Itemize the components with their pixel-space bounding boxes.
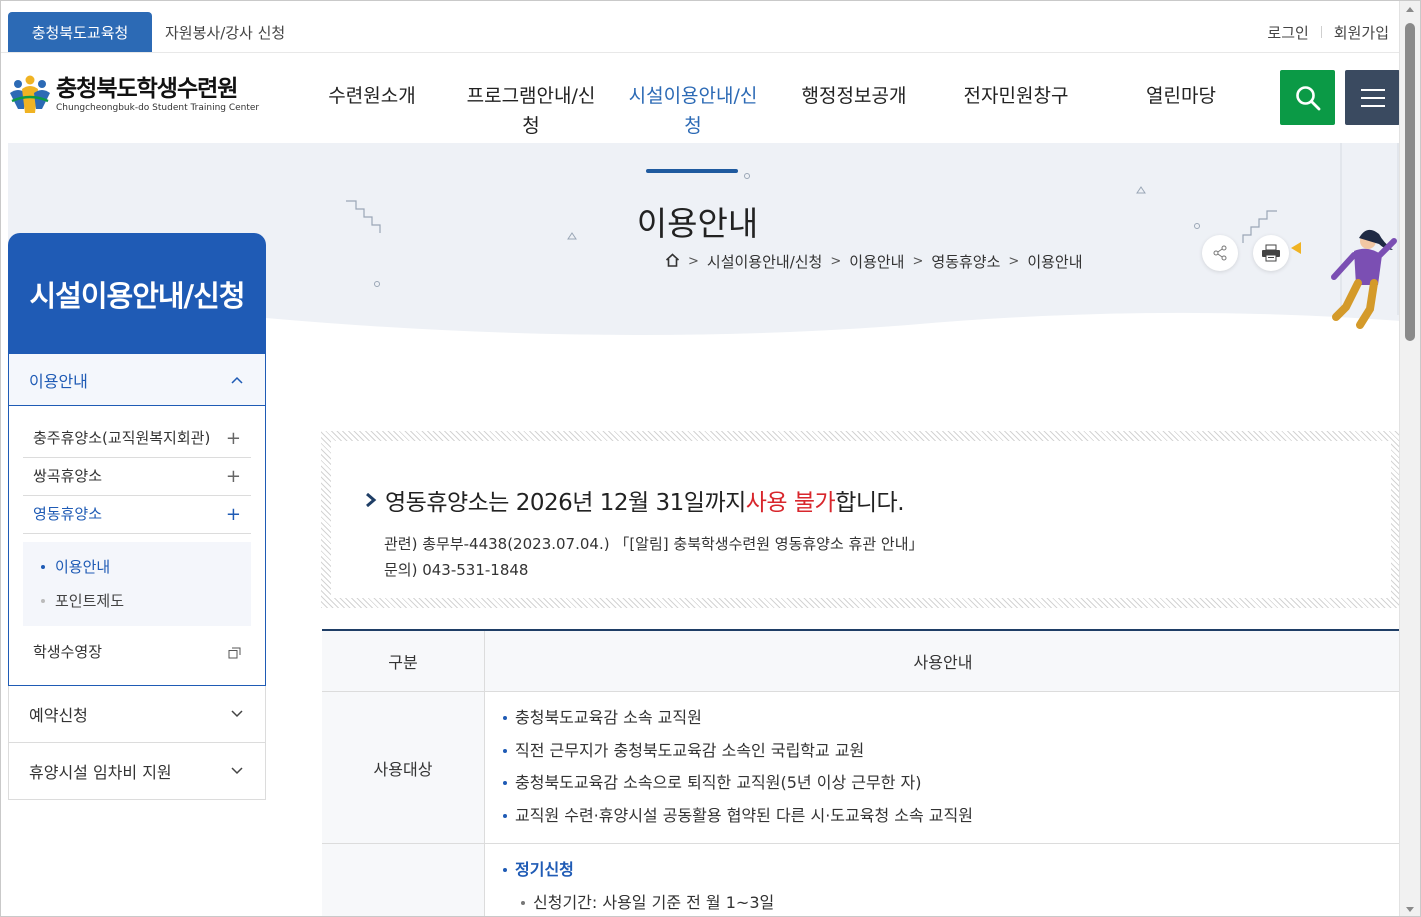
table-cell-category: 사용대상 [322, 692, 485, 843]
notice-headline: 영동휴양소는 2026년 12월 31일까지 사용 불가 합니다. [365, 483, 1391, 517]
breadcrumb: > 시설이용안내/신청 > 이용안내 > 영동휴양소 > 이용안내 [665, 251, 1083, 272]
logo-mark-icon [8, 73, 52, 117]
scroll-up-icon[interactable] [1406, 7, 1414, 12]
list-item: 직전 근무지가 충청북도교육감 소속인 국립학교 교원 [503, 735, 1401, 768]
side-nav-item-ssanggok[interactable]: 쌍곡휴양소 + [23, 458, 251, 496]
side-navigation: 시설이용안내/신청 이용안내 충주휴양소(교직원복지회관) + 쌍곡휴양소 + … [8, 233, 266, 800]
external-link-icon [228, 647, 241, 658]
breadcrumb-separator: > [1008, 254, 1020, 269]
home-icon[interactable] [665, 252, 680, 271]
breadcrumb-separator: > [688, 254, 699, 269]
list-item: 정기신청 [503, 854, 1401, 887]
gnb-item-civil-service[interactable]: 전자민원창구 [961, 81, 1071, 111]
logo-name-ko: 충청북도학생수련원 [56, 76, 238, 102]
plus-icon: + [225, 504, 241, 525]
list-item: 충청북도교육감 소속 교직원 [503, 702, 1401, 735]
notice-text-end: 합니다. [835, 490, 905, 516]
login-link[interactable]: 로그인 [1267, 22, 1308, 43]
side-nav-submenu: 충주휴양소(교직원복지회관) + 쌍곡휴양소 + 영동휴양소 + 이용안내 포인… [9, 406, 265, 685]
breadcrumb-item[interactable]: 시설이용안내/신청 [707, 251, 822, 272]
tab-volunteer-apply[interactable]: 자원봉사/강사 신청 [165, 12, 285, 52]
table-cell-category [322, 844, 485, 916]
join-link[interactable]: 회원가입 [1334, 22, 1389, 43]
usage-table: 구분 사용안내 사용대상 충청북도교육감 소속 교직원 직전 근무지가 충청북도… [322, 629, 1401, 917]
table-cell-guide: 충청북도교육감 소속 교직원 직전 근무지가 충청북도교육감 소속인 국립학교 … [485, 692, 1401, 843]
notice-contact: 문의) 043-531-1848 [384, 561, 529, 579]
breadcrumb-separator: > [912, 254, 924, 269]
scrollbar-thumb[interactable] [1405, 23, 1415, 341]
gnb-item-open-forum[interactable]: 열린마당 [1141, 81, 1221, 111]
side-nav-item-label: 쌍곡휴양소 [33, 467, 103, 485]
closure-notice: 영동휴양소는 2026년 12월 31일까지 사용 불가 합니다. 관련) 총무부… [321, 431, 1401, 608]
search-button[interactable] [1280, 70, 1335, 125]
side-nav-sub-label: 이용안내 [55, 558, 111, 576]
main-navigation: 수련원소개 프로그램안내/신청 시설이용안내/신청 행정정보공개 전자민원창구 … [291, 81, 1241, 141]
hamburger-menu-icon [1360, 88, 1385, 107]
print-icon [1262, 244, 1280, 262]
utility-bar: 충청북도교육청 자원봉사/강사 신청 로그인 회원가입 [1, 1, 1401, 53]
bullet-icon [41, 599, 45, 603]
plus-icon: + [225, 428, 241, 449]
side-nav-item-label: 학생수영장 [33, 643, 103, 661]
table-row: 사용대상 충청북도교육감 소속 교직원 직전 근무지가 충청북도교육감 소속인 … [322, 692, 1401, 844]
breadcrumb-separator: > [830, 254, 842, 269]
all-menu-button[interactable] [1345, 70, 1400, 125]
side-nav-section-label: 이용안내 [29, 371, 88, 391]
list-item: 신청기간: 사용일 기준 전 월 1~3일 [503, 887, 1401, 917]
list-item: 충청북도교육감 소속으로 퇴직한 교직원(5년 이상 근무한 자) [503, 767, 1401, 800]
side-nav-item-yeongdong[interactable]: 영동휴양소 + [23, 496, 251, 534]
side-nav-sub-points[interactable]: 포인트제도 [41, 584, 233, 618]
share-button[interactable] [1202, 235, 1238, 271]
side-nav-section-rent-support[interactable]: 휴양시설 임차비 지원 [8, 743, 266, 800]
gnb-item-intro[interactable]: 수련원소개 [327, 81, 417, 111]
chevron-down-icon [231, 710, 243, 718]
breadcrumb-item-current[interactable]: 이용안내 [1027, 251, 1082, 272]
side-nav-item-label: 충주휴양소(교직원복지회관) [33, 429, 211, 447]
arrow-right-icon [366, 493, 377, 507]
gnb-item-admin-info[interactable]: 행정정보공개 [799, 81, 909, 111]
side-nav-sub-label: 포인트제도 [55, 592, 125, 610]
side-nav-section-reservation[interactable]: 예약신청 [8, 686, 266, 743]
chevron-down-icon [231, 767, 243, 775]
user-links: 로그인 회원가입 [1267, 12, 1389, 52]
site-header: 충청북도학생수련원 Chungcheongbuk-do Student Trai… [1, 53, 1401, 143]
divider [1320, 26, 1322, 38]
share-icon [1213, 245, 1227, 261]
section-indicator [646, 169, 738, 173]
tab-education-office[interactable]: 충청북도교육청 [8, 12, 152, 52]
side-nav-section-label: 예약신청 [29, 706, 88, 725]
side-nav-item-chungju[interactable]: 충주휴양소(교직원복지회관) + [23, 422, 251, 458]
gnb-item-facility[interactable]: 시설이용안내/신청 [625, 81, 761, 141]
browser-viewport: 충청북도교육청 자원봉사/강사 신청 로그인 회원가입 충청북도학생수련원 Ch… [0, 0, 1421, 917]
side-nav-sub-usage[interactable]: 이용안내 [41, 550, 233, 584]
table-header-row: 구분 사용안내 [322, 631, 1401, 692]
table-header-category: 구분 [322, 631, 485, 691]
breadcrumb-item[interactable]: 영동휴양소 [931, 251, 1000, 272]
notice-text: 영동휴양소는 2026년 12월 31일까지 [385, 490, 746, 516]
side-nav-title: 시설이용안내/신청 [8, 233, 266, 354]
logo-name-en: Chungcheongbuk-do Student Training Cente… [56, 103, 260, 113]
vertical-scrollbar[interactable] [1399, 1, 1420, 916]
search-icon [1295, 85, 1320, 110]
breadcrumb-item[interactable]: 이용안내 [849, 251, 904, 272]
chevron-up-icon [231, 376, 243, 384]
print-button[interactable] [1253, 235, 1289, 271]
list-item: 교직원 수련·휴양시설 공동활용 협약된 다른 시·도교육청 소속 교직원 [503, 800, 1401, 833]
gnb-item-program[interactable]: 프로그램안내/신청 [463, 81, 599, 141]
side-nav-third-level: 이용안내 포인트제도 [23, 542, 251, 626]
side-nav-item-pool[interactable]: 학생수영장 [23, 634, 251, 671]
side-nav-item-label: 영동휴양소 [33, 505, 103, 523]
bullet-icon [41, 565, 45, 569]
notice-highlight: 사용 불가 [745, 490, 836, 516]
table-cell-guide: 정기신청 신청기간: 사용일 기준 전 월 1~3일 [485, 844, 1401, 917]
side-nav-section-usage[interactable]: 이용안내 [9, 354, 265, 406]
scroll-down-icon[interactable] [1406, 907, 1414, 912]
side-nav-active-group: 이용안내 충주휴양소(교직원복지회관) + 쌍곡휴양소 + 영동휴양소 + 이용… [8, 354, 266, 686]
notice-related-doc: 관련) 총무부-4438(2023.07.04.) 「[알림] 충북학생수련원 … [384, 535, 924, 553]
site-logo[interactable]: 충청북도학생수련원 Chungcheongbuk-do Student Trai… [8, 73, 259, 117]
table-header-guide: 사용안내 [485, 631, 1401, 691]
side-nav-section-label: 휴양시설 임차비 지원 [29, 763, 172, 782]
table-row: 정기신청 신청기간: 사용일 기준 전 월 1~3일 [322, 844, 1401, 917]
plus-icon: + [225, 466, 241, 487]
